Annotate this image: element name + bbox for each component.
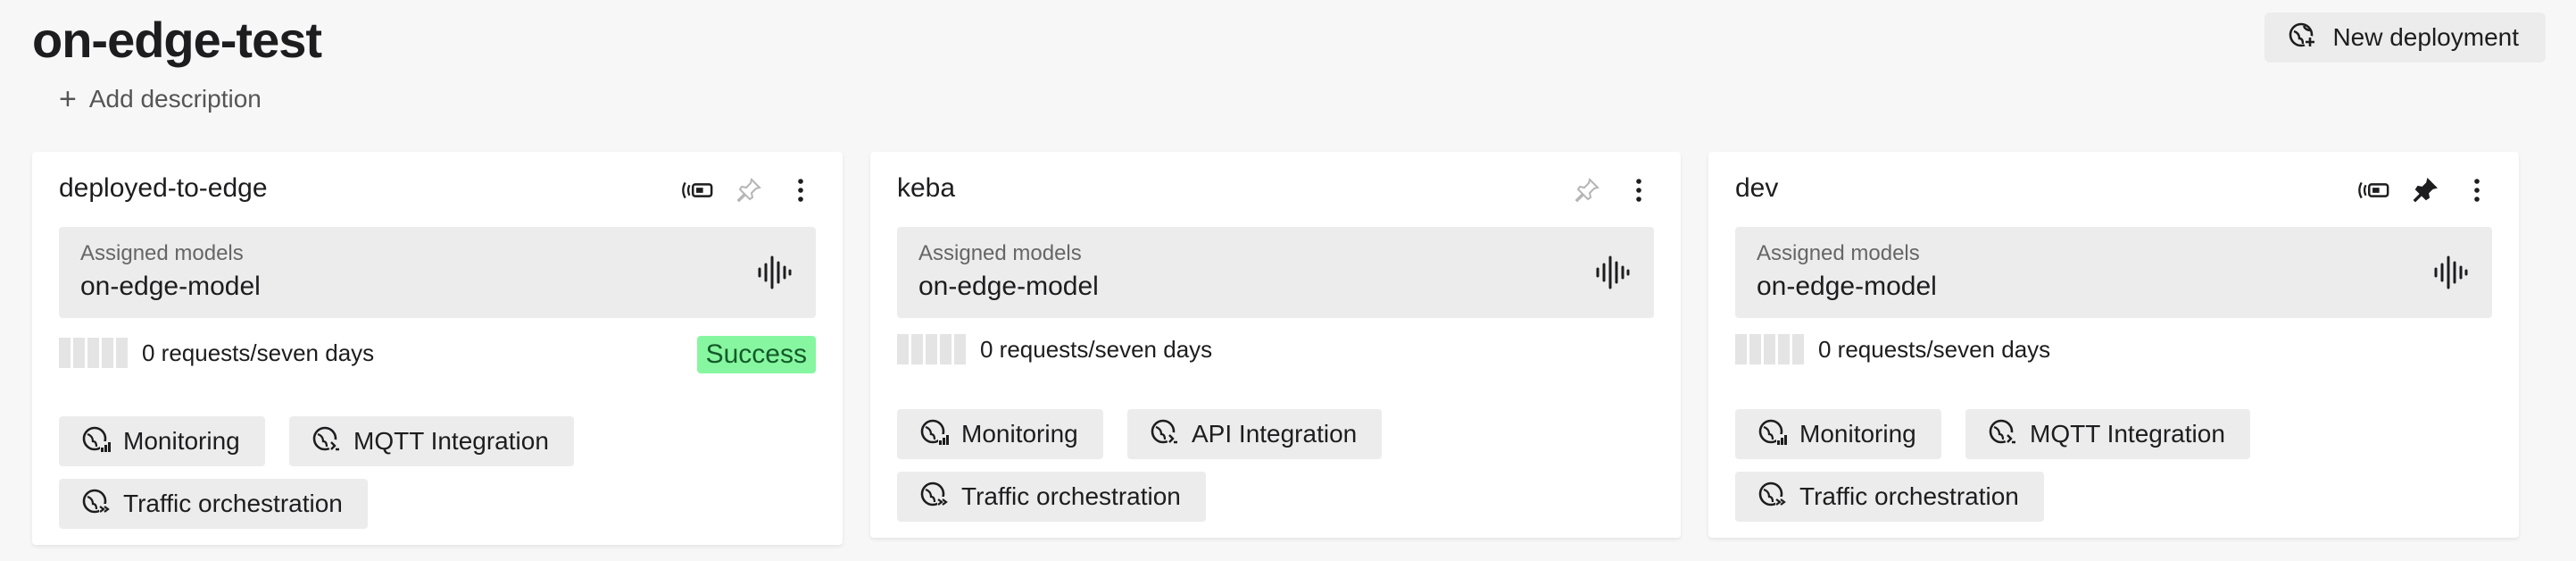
- monitoring-globe-icon: [920, 417, 949, 452]
- audio-wave-icon: [755, 254, 793, 291]
- chip-monitoring[interactable]: Monitoring: [1735, 409, 1941, 459]
- globe-plus-icon: [2288, 21, 2317, 55]
- traffic-globe-icon: [82, 487, 111, 522]
- deployment-card[interactable]: keba Assigned models on-edge-model 0 req…: [870, 152, 1681, 538]
- chip-traffic-orchestration[interactable]: Traffic orchestration: [59, 479, 368, 529]
- assigned-models-label: Assigned models: [918, 241, 1082, 265]
- more-vertical-icon[interactable]: [1622, 173, 1656, 207]
- chip-label: Traffic orchestration: [1799, 482, 2019, 510]
- chip-traffic-orchestration[interactable]: Traffic orchestration: [1735, 472, 2044, 522]
- requests-count: 0 requests/seven days: [1818, 335, 2051, 363]
- more-vertical-icon[interactable]: [2460, 173, 2494, 207]
- chip-label: Monitoring: [1799, 420, 1916, 448]
- integration-globe-icon: [1989, 417, 2017, 452]
- chip-label: Monitoring: [123, 427, 240, 455]
- chip-label: API Integration: [1192, 420, 1358, 448]
- requests-count: 0 requests/seven days: [980, 335, 1213, 363]
- pin-filled-icon[interactable]: [2408, 173, 2442, 207]
- status-badge: Success: [696, 336, 816, 373]
- requests-count: 0 requests/seven days: [142, 339, 375, 366]
- requests-sparkline: [59, 338, 128, 368]
- deployment-name: keba: [897, 173, 956, 203]
- requests-summary: 0 requests/seven days: [59, 338, 374, 368]
- chip-label: Traffic orchestration: [961, 482, 1181, 510]
- deployment-cards: deployed-to-edge Assigned models on-edge…: [32, 152, 2519, 545]
- integration-globe-icon: [1151, 417, 1179, 452]
- integration-globe-icon: [312, 424, 341, 459]
- page-title: on-edge-test: [32, 12, 322, 68]
- chip-mqtt-integration[interactable]: MQTT Integration: [1965, 409, 2250, 459]
- assigned-model-name: on-edge-model: [1757, 272, 1937, 301]
- new-deployment-label: New deployment: [2332, 23, 2519, 51]
- assigned-model-name: on-edge-model: [918, 272, 1099, 301]
- chip-api-integration[interactable]: API Integration: [1127, 409, 1383, 459]
- pin-outline-icon[interactable]: [732, 173, 766, 207]
- chip-label: MQTT Integration: [353, 427, 549, 455]
- pin-outline-icon[interactable]: [1570, 173, 1604, 207]
- requests-sparkline: [897, 334, 966, 364]
- edge-device-icon[interactable]: [2356, 173, 2390, 207]
- traffic-globe-icon: [1758, 480, 1787, 515]
- assigned-models-box: Assigned models on-edge-model: [897, 227, 1654, 318]
- chip-monitoring[interactable]: Monitoring: [897, 409, 1103, 459]
- monitoring-globe-icon: [1758, 417, 1787, 452]
- chip-monitoring[interactable]: Monitoring: [59, 416, 265, 466]
- add-description-label: Add description: [88, 85, 262, 113]
- plus-icon: +: [59, 82, 77, 116]
- new-deployment-button[interactable]: New deployment: [2264, 13, 2546, 63]
- assigned-models-label: Assigned models: [80, 241, 244, 265]
- monitoring-globe-icon: [82, 424, 111, 459]
- deployment-name: deployed-to-edge: [59, 173, 268, 203]
- assigned-models-box: Assigned models on-edge-model: [1735, 227, 2492, 318]
- chip-label: Traffic orchestration: [123, 490, 343, 517]
- deployment-name: dev: [1735, 173, 1779, 203]
- assigned-models-box: Assigned models on-edge-model: [59, 227, 816, 318]
- chip-label: MQTT Integration: [2030, 420, 2225, 448]
- requests-summary: 0 requests/seven days: [897, 334, 1212, 364]
- chip-label: Monitoring: [961, 420, 1078, 448]
- more-vertical-icon[interactable]: [784, 173, 818, 207]
- deployment-card[interactable]: deployed-to-edge Assigned models on-edge…: [32, 152, 843, 545]
- assigned-models-label: Assigned models: [1757, 241, 1920, 265]
- add-description-button[interactable]: + Add description: [59, 84, 262, 114]
- requests-sparkline: [1735, 334, 1804, 364]
- traffic-globe-icon: [920, 480, 949, 515]
- audio-wave-icon: [1593, 254, 1631, 291]
- deployment-card[interactable]: dev Assigned models on-edge-model 0 requ…: [1708, 152, 2519, 538]
- edge-device-icon[interactable]: [680, 173, 714, 207]
- requests-summary: 0 requests/seven days: [1735, 334, 2050, 364]
- chip-traffic-orchestration[interactable]: Traffic orchestration: [897, 472, 1206, 522]
- audio-wave-icon: [2431, 254, 2469, 291]
- assigned-model-name: on-edge-model: [80, 272, 261, 301]
- chip-mqtt-integration[interactable]: MQTT Integration: [289, 416, 574, 466]
